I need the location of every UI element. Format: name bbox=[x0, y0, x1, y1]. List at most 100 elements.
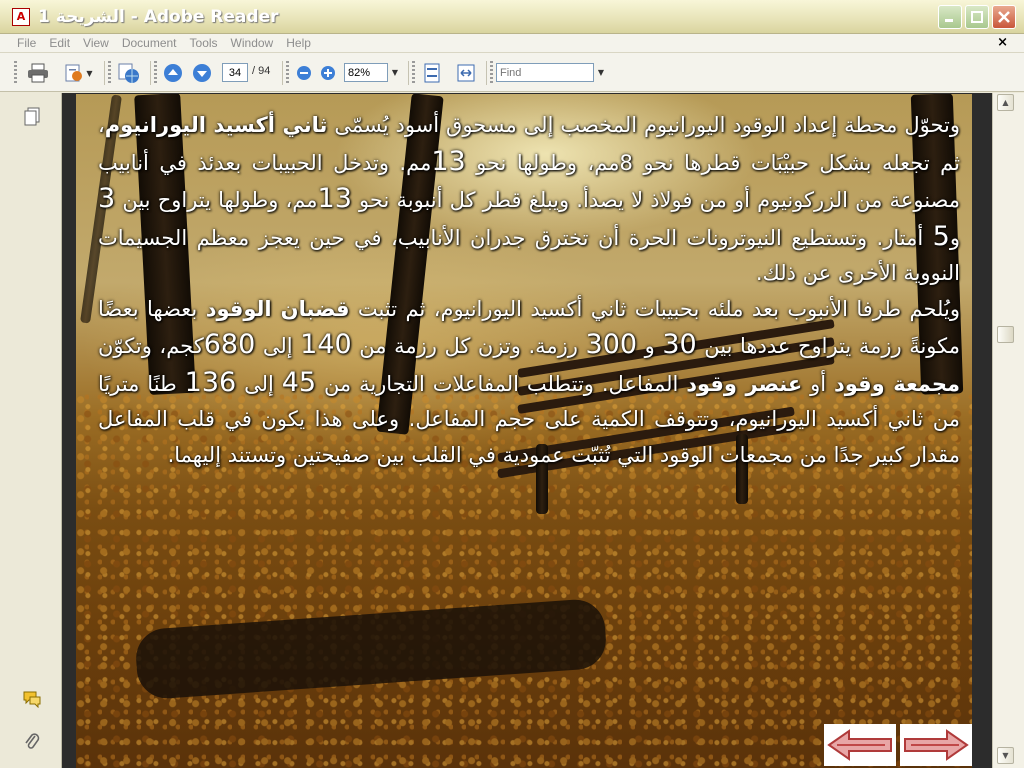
zoom-in-icon bbox=[321, 66, 335, 80]
text-run: إلى bbox=[255, 334, 301, 358]
bold-term: عنصر وقود bbox=[686, 371, 803, 396]
zoom-dropdown-button[interactable]: ▼ bbox=[388, 63, 402, 82]
find-dropdown-button[interactable]: ▼ bbox=[594, 63, 608, 82]
menu-bar: File Edit View Document Tools Window Hel… bbox=[0, 34, 1024, 52]
printer-icon bbox=[28, 63, 48, 83]
zoom-out-icon bbox=[297, 66, 311, 80]
previous-page-button[interactable] bbox=[161, 61, 185, 85]
email-button[interactable]: ▼ bbox=[60, 61, 96, 85]
number-text: 45 bbox=[281, 366, 317, 398]
pdf-icon: A bbox=[12, 7, 30, 26]
slide-paragraph-1: وتحوّل محطة إعداد الوقود اليورانيوم المخ… bbox=[98, 108, 960, 292]
comments-panel-button[interactable] bbox=[22, 689, 42, 709]
bold-term: مجمعة وقود bbox=[833, 371, 961, 396]
toolbar-grip[interactable] bbox=[14, 61, 17, 85]
find-input[interactable] bbox=[496, 63, 594, 82]
print-button[interactable] bbox=[24, 61, 52, 85]
menu-tools[interactable]: Tools bbox=[190, 36, 218, 50]
chevron-down-icon: ▼ bbox=[597, 68, 605, 77]
chevron-down-icon: ▼ bbox=[1002, 751, 1009, 760]
page-count-label: / 94 bbox=[252, 65, 271, 77]
minimize-button[interactable] bbox=[938, 5, 962, 29]
menu-edit[interactable]: Edit bbox=[49, 36, 70, 50]
number-text: 5 bbox=[932, 220, 950, 252]
close-icon bbox=[998, 11, 1010, 23]
attachments-panel-button[interactable] bbox=[22, 731, 42, 751]
text-run: مم، وطولها يتراوح بين bbox=[115, 188, 318, 212]
zoom-level-input[interactable] bbox=[344, 63, 388, 82]
pages-icon bbox=[24, 107, 40, 126]
number-text: 30 bbox=[662, 329, 697, 360]
window-controls bbox=[938, 5, 1016, 29]
fit-page-icon bbox=[424, 63, 440, 83]
chevron-up-icon: ▲ bbox=[1002, 98, 1009, 107]
text-run: و bbox=[637, 334, 663, 358]
bold-term: ثاني أكسيد اليورانيوم bbox=[104, 113, 328, 137]
fit-width-icon bbox=[457, 64, 475, 82]
text-run: أو bbox=[802, 371, 834, 396]
document-view[interactable]: وتحوّل محطة إعداد الوقود اليورانيوم المخ… bbox=[62, 93, 992, 768]
slide-paragraph-2: ويُلحم طرفا الأنبوب بعد ملئه بحبيبات ثان… bbox=[98, 292, 960, 474]
toolbar-separator bbox=[282, 61, 283, 85]
bold-term: قضبان الوقود bbox=[205, 296, 350, 321]
collaborate-button[interactable] bbox=[115, 61, 143, 85]
text-run: كجم، وتكوّن bbox=[98, 334, 204, 358]
document-email-icon bbox=[65, 64, 83, 82]
slide-body-text: وتحوّل محطة إعداد الوقود اليورانيوم المخ… bbox=[98, 108, 960, 473]
menu-window[interactable]: Window bbox=[231, 36, 274, 50]
toolbar-separator bbox=[104, 61, 105, 85]
text-run: و bbox=[949, 225, 960, 250]
number-text: 3 bbox=[98, 183, 116, 214]
toolbar-separator bbox=[408, 61, 409, 85]
pages-panel-button[interactable] bbox=[22, 107, 42, 127]
fit-width-button[interactable] bbox=[454, 61, 478, 85]
number-text: 300 bbox=[585, 329, 638, 360]
scroll-up-button[interactable]: ▲ bbox=[997, 94, 1014, 111]
toolbar-grip[interactable] bbox=[490, 61, 493, 85]
maximize-icon bbox=[971, 11, 983, 23]
toolbar-grip[interactable] bbox=[286, 61, 289, 85]
scroll-down-button[interactable]: ▼ bbox=[997, 747, 1014, 764]
navigation-pane bbox=[0, 93, 62, 768]
arrow-right-icon bbox=[904, 729, 969, 761]
page-number-input[interactable] bbox=[222, 63, 248, 82]
document-close-button[interactable]: × bbox=[997, 35, 1008, 50]
number-text: 136 bbox=[184, 366, 237, 398]
menu-help[interactable]: Help bbox=[286, 36, 311, 50]
window-title: الشريحة 1 - Adobe Reader bbox=[38, 6, 279, 27]
chevron-down-icon: ▼ bbox=[391, 68, 399, 77]
text-run: ويُلحم طرفا الأنبوب بعد ملئه بحبيبات ثان… bbox=[349, 296, 960, 321]
toolbar: ▼ / 94 ▼ bbox=[0, 52, 1024, 92]
chevron-down-icon: ▼ bbox=[86, 68, 93, 78]
vertical-scrollbar[interactable]: ▲ ▼ bbox=[992, 93, 1024, 768]
toolbar-grip[interactable] bbox=[108, 61, 111, 85]
text-run: رزمة. وتزن كل رزمة من bbox=[351, 334, 586, 358]
zoom-in-button[interactable] bbox=[318, 61, 338, 85]
zoom-out-button[interactable] bbox=[294, 61, 314, 85]
toolbar-separator bbox=[150, 61, 151, 85]
number-text: 13 bbox=[317, 183, 352, 214]
menu-view[interactable]: View bbox=[83, 36, 109, 50]
menu-document[interactable]: Document bbox=[122, 36, 177, 50]
fit-page-button[interactable] bbox=[420, 61, 444, 85]
slide-next-button[interactable] bbox=[900, 724, 972, 766]
slide-previous-button[interactable] bbox=[824, 724, 896, 766]
next-page-button[interactable] bbox=[190, 61, 214, 85]
paperclip-icon bbox=[25, 733, 40, 749]
menu-file[interactable]: File bbox=[17, 36, 36, 50]
title-bar[interactable]: A الشريحة 1 - Adobe Reader bbox=[0, 0, 1024, 34]
text-run: إلى bbox=[236, 371, 282, 396]
text-run: وتحوّل محطة إعداد الوقود اليورانيوم المخ… bbox=[327, 113, 960, 137]
number-text: 140 bbox=[300, 329, 352, 360]
arrow-left-icon bbox=[827, 729, 892, 761]
toolbar-separator bbox=[486, 61, 487, 85]
arrow-up-icon bbox=[164, 64, 182, 82]
arrow-down-icon bbox=[193, 64, 211, 82]
maximize-button[interactable] bbox=[965, 5, 989, 29]
comments-icon bbox=[23, 691, 41, 708]
toolbar-grip[interactable] bbox=[154, 61, 157, 85]
scrollbar-thumb[interactable] bbox=[997, 326, 1014, 343]
pdf-page[interactable]: وتحوّل محطة إعداد الوقود اليورانيوم المخ… bbox=[76, 94, 972, 768]
toolbar-grip[interactable] bbox=[412, 61, 415, 85]
close-button[interactable] bbox=[992, 5, 1016, 29]
